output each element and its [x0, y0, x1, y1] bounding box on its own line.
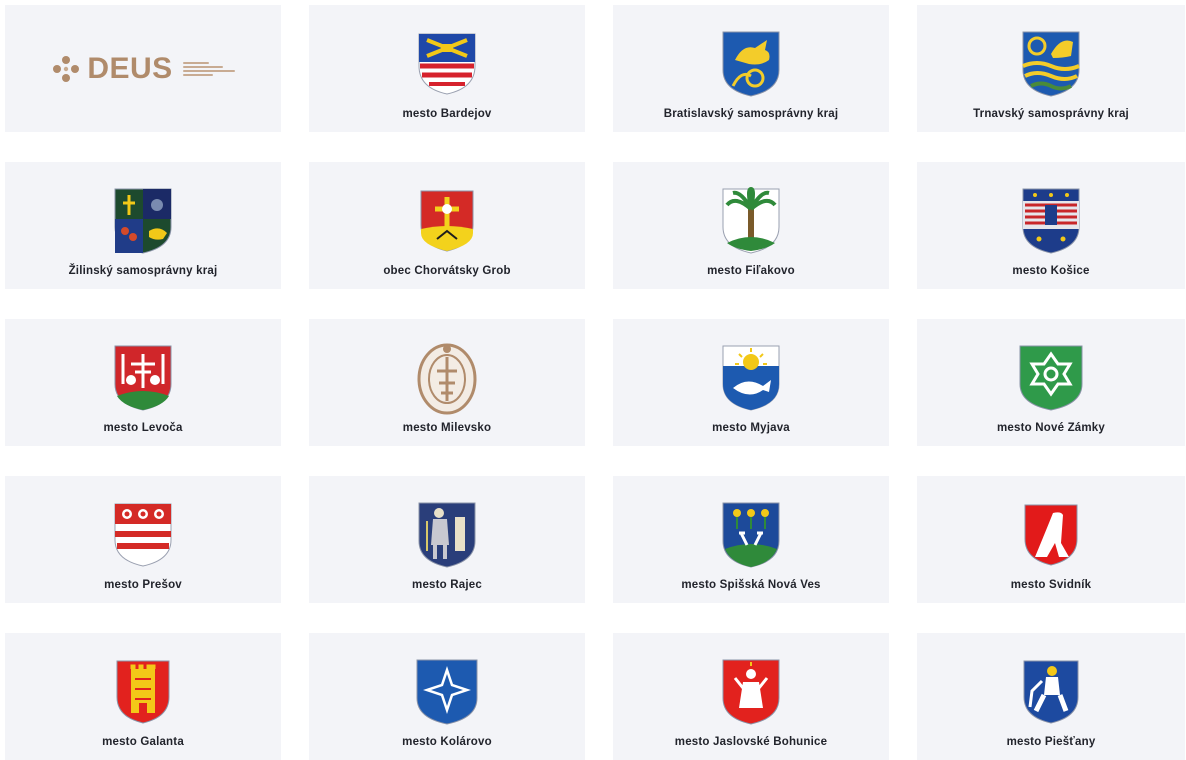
deus-logo: DEUS	[51, 51, 235, 86]
partner-name: mesto Myjava	[712, 422, 790, 434]
bardejov-crest-icon	[418, 33, 476, 95]
partner-card[interactable]: mesto Bardejov	[309, 5, 585, 132]
partner-name: mesto Piešťany	[1006, 736, 1096, 748]
partner-card[interactable]: mesto Galanta	[5, 633, 281, 760]
trnava-region-crest-icon	[1022, 31, 1080, 97]
partner-card[interactable]: Bratislavský samosprávny kraj	[613, 5, 889, 132]
partner-name: mesto Svidník	[1010, 579, 1092, 591]
partner-name: obec Chorvátsky Grob	[383, 265, 511, 277]
svidnik-crest-icon	[1024, 504, 1078, 566]
partner-name: mesto Rajec	[412, 579, 482, 591]
kosice-crest-icon	[1022, 188, 1080, 254]
partner-name: mesto Prešov	[104, 579, 182, 591]
partner-name: mesto Jaslovské Bohunice	[674, 736, 828, 748]
partner-card[interactable]: Trnavský samosprávny kraj	[917, 5, 1185, 132]
partner-name: mesto Galanta	[102, 736, 184, 748]
filakovo-crest-icon	[722, 187, 780, 254]
partner-card[interactable]: mesto Levoča	[5, 319, 281, 446]
partner-name: mesto Nové Zámky	[996, 422, 1106, 434]
deus-flower-icon	[53, 55, 80, 82]
nove-zamky-crest-icon	[1019, 345, 1083, 411]
deus-logo-card[interactable]: DEUS	[5, 5, 281, 132]
partner-card[interactable]: mesto Nové Zámky	[917, 319, 1185, 446]
jaslovske-bohunice-crest-icon	[722, 659, 780, 725]
partner-name: mesto Fiľakovo	[707, 265, 795, 277]
partner-card[interactable]: mesto Rajec	[309, 476, 585, 603]
rajec-crest-icon	[418, 502, 476, 568]
chorvatsky-grob-crest-icon	[420, 190, 474, 252]
partner-name: mesto Kolárovo	[402, 736, 492, 748]
partner-card[interactable]: mesto Košice	[917, 162, 1185, 289]
milevsko-crest-icon	[417, 343, 477, 415]
deus-tagline-lines	[182, 61, 235, 76]
presov-crest-icon	[114, 503, 172, 567]
galanta-crest-icon	[116, 660, 170, 724]
partner-name: Bratislavský samosprávny kraj	[663, 108, 839, 120]
partner-card[interactable]: mesto Fiľakovo	[613, 162, 889, 289]
zilina-region-crest-icon	[114, 188, 172, 254]
partner-name: Trnavský samosprávny kraj	[973, 108, 1129, 120]
partner-card[interactable]: mesto Jaslovské Bohunice	[613, 633, 889, 760]
piestany-crest-icon	[1023, 660, 1079, 724]
partner-card[interactable]: mesto Svidník	[917, 476, 1185, 603]
partner-card[interactable]: mesto Prešov	[5, 476, 281, 603]
partner-name: mesto Spišská Nová Ves	[681, 579, 821, 591]
partner-card[interactable]: mesto Milevsko	[309, 319, 585, 446]
partner-name: mesto Levoča	[103, 422, 183, 434]
partner-card[interactable]: Žilinský samosprávny kraj	[5, 162, 281, 289]
spisska-nova-ves-crest-icon	[722, 502, 780, 568]
kolarovo-crest-icon	[416, 659, 478, 725]
partner-name: mesto Bardejov	[402, 108, 492, 120]
partner-name: Žilinský samosprávny kraj	[68, 265, 218, 277]
partner-card[interactable]: mesto Kolárovo	[309, 633, 585, 760]
partner-card[interactable]: mesto Myjava	[613, 319, 889, 446]
bratislava-region-crest-icon	[722, 31, 780, 97]
partner-card[interactable]: obec Chorvátsky Grob	[309, 162, 585, 289]
myjava-crest-icon	[722, 345, 780, 411]
partner-name: mesto Milevsko	[402, 422, 492, 434]
partners-grid: DEUS mesto Bardejov Bratislavský samospr…	[5, 5, 1185, 760]
partner-card[interactable]: mesto Spišská Nová Ves	[613, 476, 889, 603]
levoca-crest-icon	[114, 345, 172, 411]
partner-name: mesto Košice	[1012, 265, 1090, 277]
partner-card[interactable]: mesto Piešťany	[917, 633, 1185, 760]
deus-wordmark: DEUS	[87, 51, 173, 85]
